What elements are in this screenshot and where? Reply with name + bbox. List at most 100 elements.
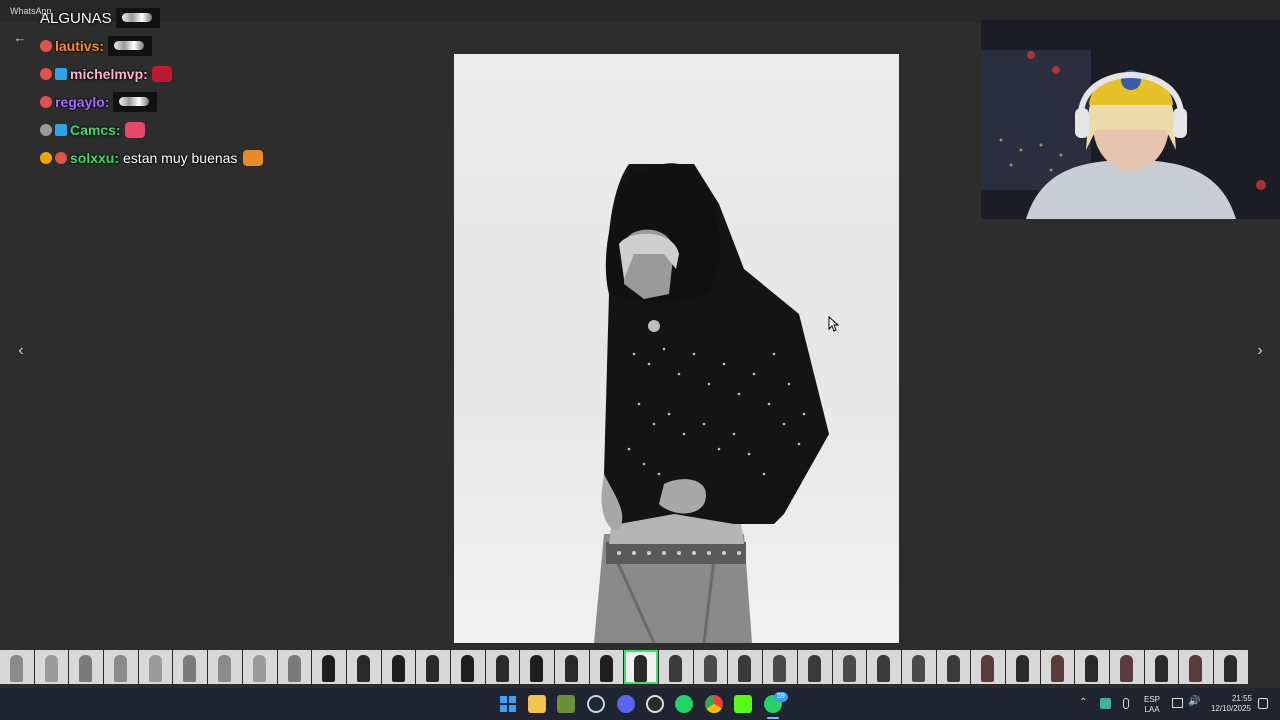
- obs-icon[interactable]: [646, 695, 664, 713]
- thumbnail-item[interactable]: [1179, 650, 1214, 684]
- thumbnail-item[interactable]: [901, 650, 936, 684]
- security-icon[interactable]: [1100, 698, 1111, 709]
- clock-time: 21:55: [1231, 694, 1252, 703]
- main-photo: [454, 54, 899, 643]
- thumbnail-item[interactable]: [346, 650, 381, 684]
- thumbnail-item[interactable]: [381, 650, 416, 684]
- discord-icon[interactable]: [617, 695, 635, 713]
- thumbnail-item[interactable]: [936, 650, 971, 684]
- thumbnail-figure: [79, 655, 93, 682]
- thumbnail-item[interactable]: [1214, 650, 1248, 684]
- chevron-up-icon[interactable]: ⌃: [1079, 697, 1087, 708]
- thumbnail-item[interactable]: [1005, 650, 1040, 684]
- chrome-icon[interactable]: [705, 695, 723, 713]
- thumbnail-item[interactable]: [728, 650, 763, 684]
- image-viewer-window: WhatsApp ← ALGUNAS lautivs: michelmvp: r…: [0, 0, 1280, 720]
- streamer-webcam: [981, 20, 1280, 219]
- language-indicator[interactable]: ESP LAA: [1141, 695, 1163, 715]
- thumbnail-item[interactable]: [624, 650, 659, 684]
- thumbnail-figure: [1120, 655, 1133, 682]
- mouse-cursor-icon: [828, 316, 840, 332]
- next-image-button[interactable]: ›: [1251, 342, 1269, 360]
- emote-icon: [108, 36, 153, 56]
- sub-badge-icon: [55, 124, 67, 136]
- emote-icon: [115, 8, 160, 28]
- previous-image-button[interactable]: ‹: [12, 342, 30, 360]
- mod-badge-icon: [40, 68, 52, 80]
- thumbnail-item[interactable]: [1040, 650, 1075, 684]
- thumbnail-figure: [356, 655, 370, 682]
- thumbnail-item[interactable]: [1110, 650, 1144, 684]
- thumbnail-item[interactable]: [34, 650, 69, 684]
- thumbnail-figure: [1050, 655, 1064, 682]
- network-icon[interactable]: [1172, 698, 1183, 708]
- thumbnail-item[interactable]: [867, 650, 901, 684]
- clock[interactable]: 21:55 12/10/2025: [1206, 694, 1256, 714]
- thumbnail-item[interactable]: [173, 650, 208, 684]
- thumbnail-item[interactable]: [0, 650, 34, 684]
- thumbnail-item[interactable]: [277, 650, 312, 684]
- warning-badge-icon: [40, 152, 52, 164]
- chat-username: Camcs:: [70, 122, 121, 138]
- stream-chat-overlay: ALGUNAS lautivs: michelmvp: regaylo: Cam…: [40, 4, 340, 172]
- windows-taskbar: 59 ⌃ ESP LAA 🔊 21:55 12/10/2025: [0, 688, 1280, 720]
- mod-badge-icon: [55, 152, 67, 164]
- thumbnail-item[interactable]: [312, 650, 346, 684]
- thumbnail-item[interactable]: [450, 650, 485, 684]
- thumbnail-item[interactable]: [138, 650, 173, 684]
- thumbnail-item[interactable]: [763, 650, 797, 684]
- chat-line: Camcs:: [40, 116, 340, 144]
- thumbnail-figure: [495, 655, 509, 682]
- chat-username: regaylo:: [55, 94, 110, 110]
- thumbnail-item[interactable]: [971, 650, 1005, 684]
- thumbnail-figure: [252, 655, 266, 682]
- thumbnail-figure: [842, 655, 856, 682]
- thumbnail-figure: [322, 655, 336, 682]
- thumbnail-item[interactable]: [416, 650, 450, 684]
- steam-icon[interactable]: [587, 695, 605, 713]
- chat-message: estan muy buenas: [123, 150, 238, 166]
- thumbnail-figure: [599, 655, 613, 682]
- chat-username: lautivs:: [55, 38, 105, 54]
- thumbnail-figure: [460, 655, 474, 682]
- mod-badge-icon: [40, 40, 52, 52]
- emote-icon: [243, 150, 264, 166]
- thumbnail-item[interactable]: [1144, 650, 1179, 684]
- file-explorer-icon[interactable]: [528, 695, 546, 713]
- whatsapp-badge: 59: [774, 692, 788, 702]
- thumbnail-item[interactable]: [485, 650, 520, 684]
- thumbnail-item[interactable]: [242, 650, 277, 684]
- emote-icon: [113, 92, 158, 112]
- thumbnail-figure: [1015, 655, 1029, 682]
- thumbnail-item[interactable]: [520, 650, 554, 684]
- thumbnail-item[interactable]: [693, 650, 728, 684]
- thumbnail-item[interactable]: [589, 650, 624, 684]
- microphone-icon[interactable]: [1123, 698, 1129, 709]
- chat-line: lautivs:: [40, 32, 340, 60]
- thumbnail-item[interactable]: [69, 650, 104, 684]
- mod-badge-icon: [40, 96, 52, 108]
- thumbnail-figure: [946, 655, 960, 682]
- language-code: ESP: [1143, 695, 1160, 704]
- thumbnail-figure: [634, 655, 648, 682]
- kick-icon[interactable]: [734, 695, 752, 713]
- volume-icon[interactable]: 🔊: [1188, 696, 1200, 707]
- thumbnail-item[interactable]: [104, 650, 138, 684]
- thumbnail-item[interactable]: [832, 650, 867, 684]
- thumbnail-item[interactable]: [1075, 650, 1109, 684]
- thumbnail-figure: [114, 655, 128, 682]
- notification-icon[interactable]: [1258, 698, 1268, 709]
- thumbnail-item[interactable]: [659, 650, 693, 684]
- thumbnail-figure: [669, 655, 683, 682]
- minecraft-icon[interactable]: [557, 695, 575, 713]
- thumbnail-figure: [426, 655, 440, 682]
- thumbnail-item[interactable]: [797, 650, 832, 684]
- language-layout: LAA: [1144, 705, 1160, 714]
- thumbnail-item[interactable]: [555, 650, 589, 684]
- thumbnail-figure: [1085, 655, 1099, 682]
- windows-start-icon[interactable]: [499, 695, 517, 713]
- badge-icon: [40, 124, 52, 136]
- thumbnail-item[interactable]: [208, 650, 242, 684]
- back-arrow-icon[interactable]: ←: [12, 30, 28, 46]
- spotify-icon[interactable]: [675, 695, 693, 713]
